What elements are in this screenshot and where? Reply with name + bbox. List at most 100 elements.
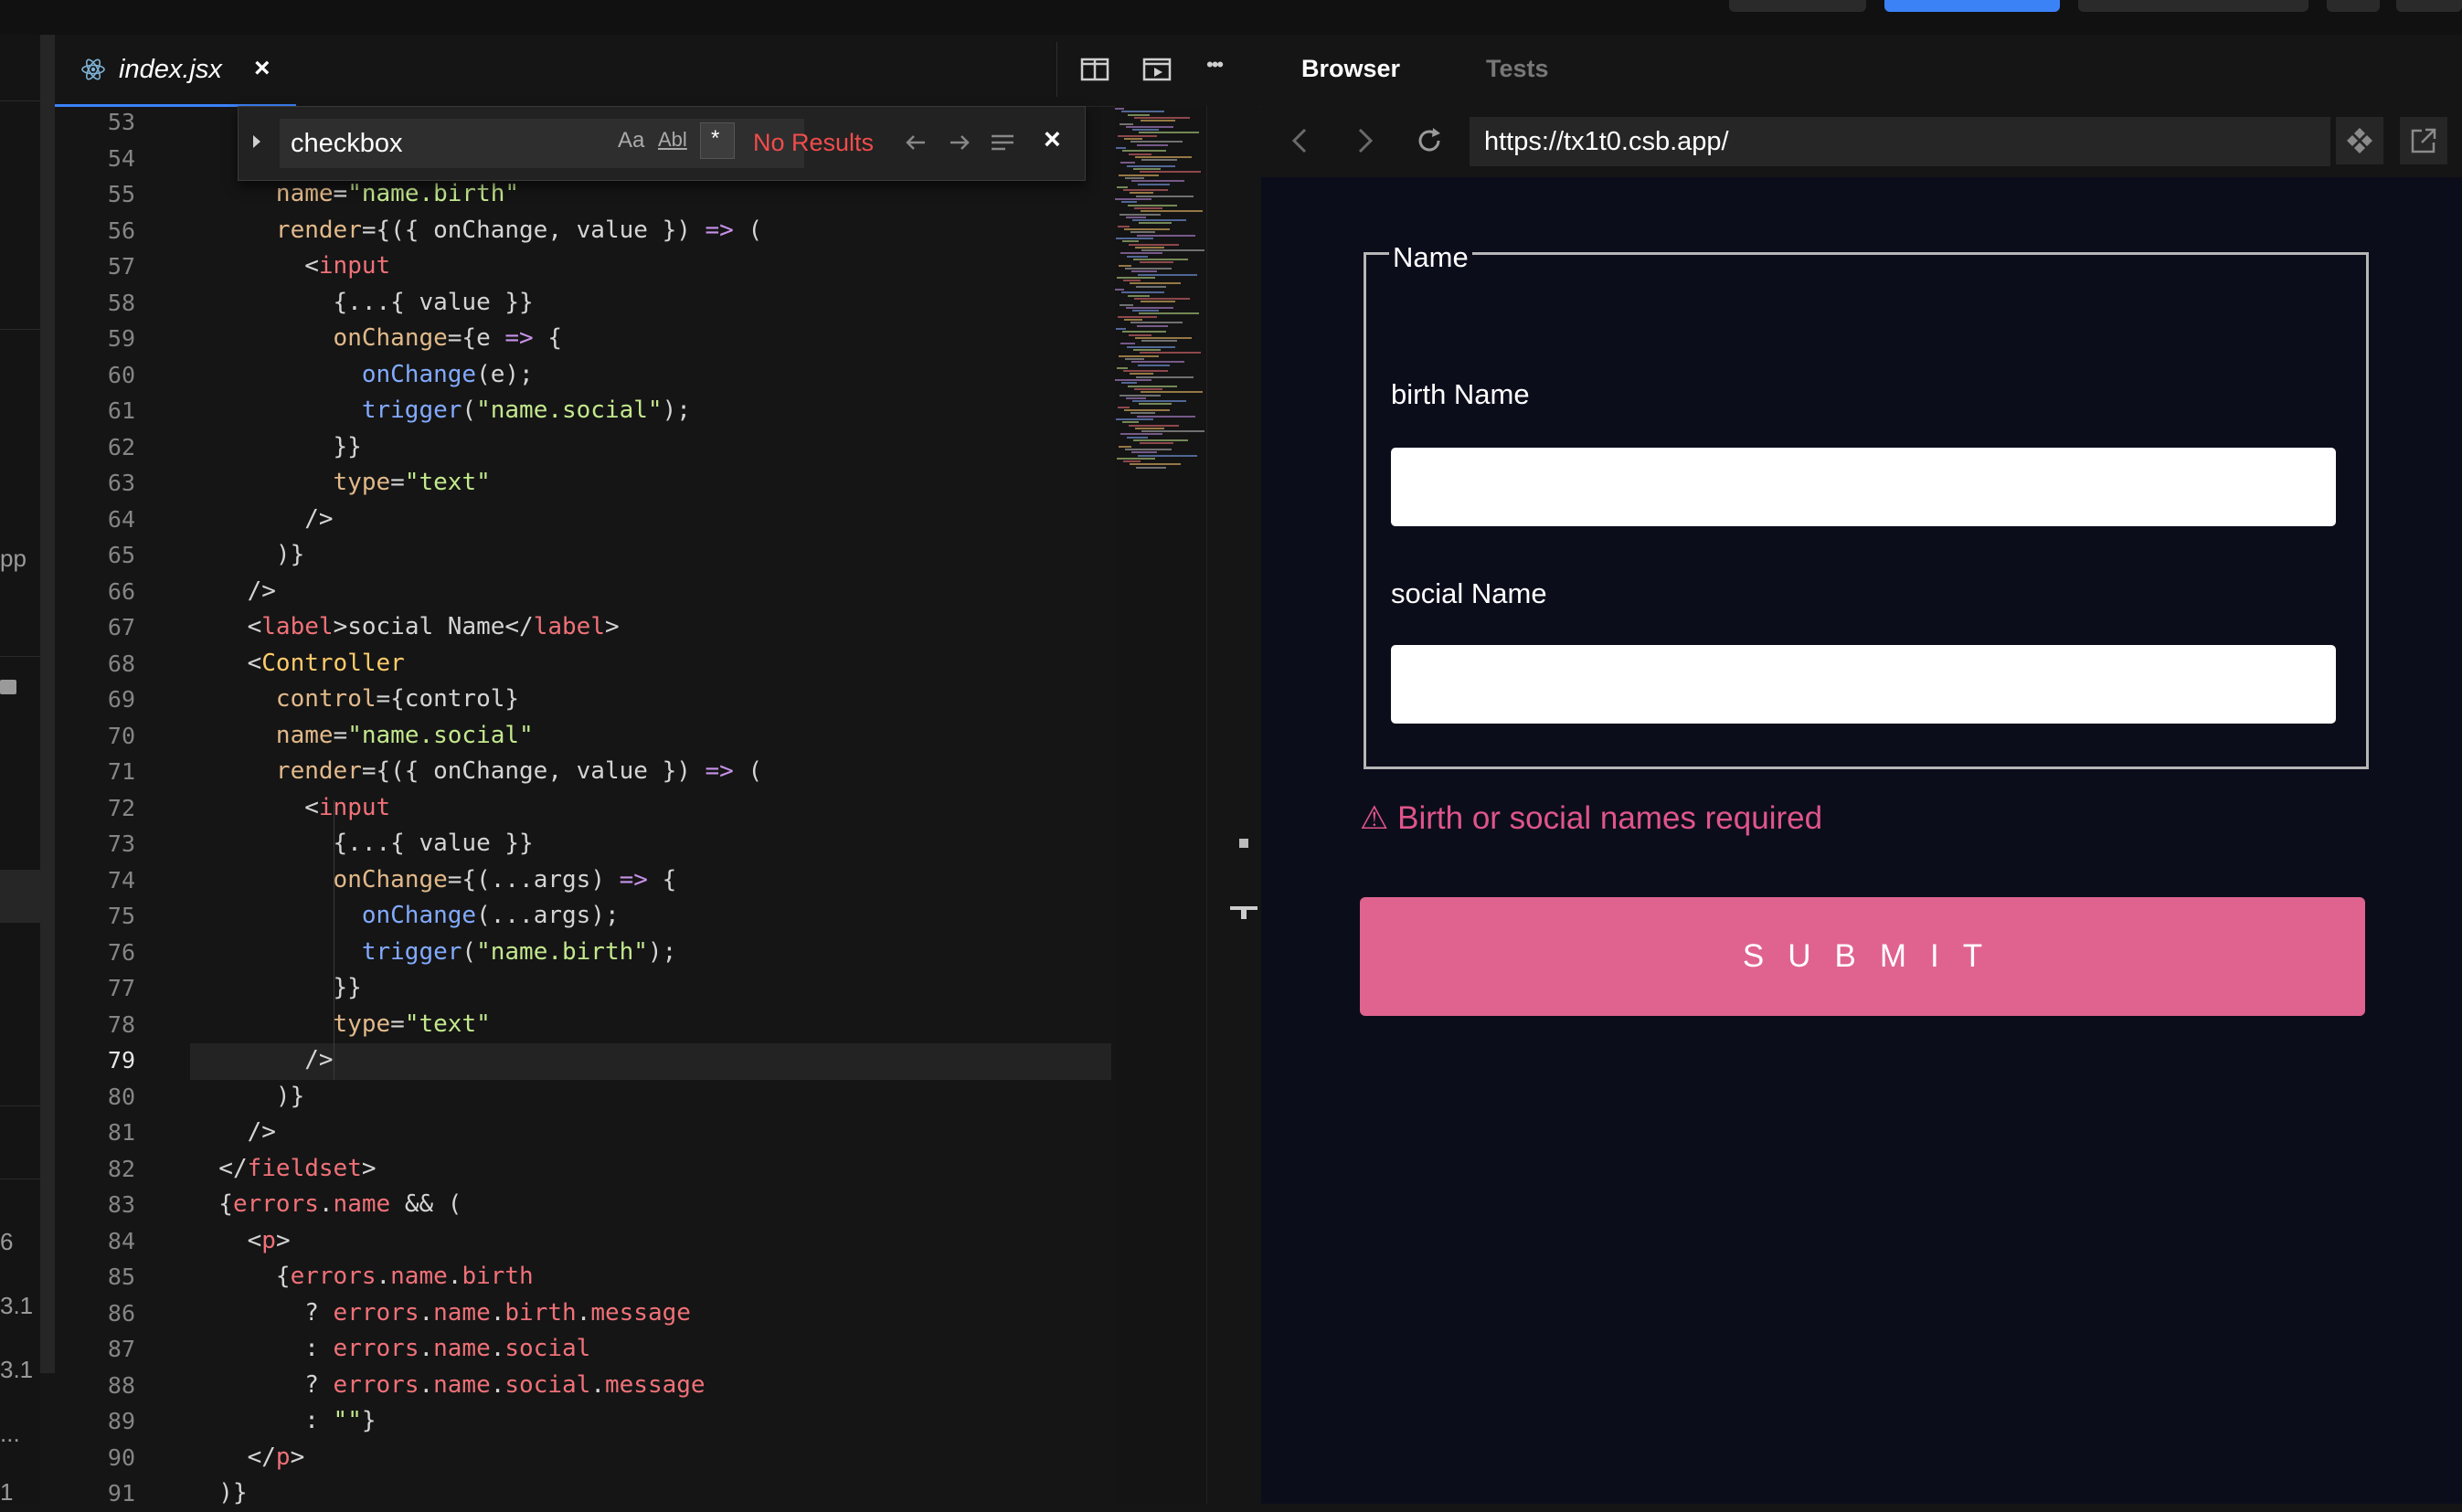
code-line[interactable]: )}: [190, 1475, 247, 1512]
match-case-icon[interactable]: Aa: [618, 128, 644, 153]
code-line[interactable]: }}: [190, 970, 362, 1007]
code-line[interactable]: {errors.name && (: [190, 1187, 462, 1223]
explorer-strip: [0, 35, 40, 1504]
url-input[interactable]: [1470, 117, 2330, 166]
code-line[interactable]: {...{ value }}: [190, 826, 534, 862]
code-line[interactable]: name="name.birth": [190, 176, 519, 213]
minimap-line: [1136, 195, 1194, 197]
code-line[interactable]: control={control}: [190, 682, 519, 718]
line-number: 53: [107, 109, 135, 135]
strip-selected-row[interactable]: [0, 870, 40, 923]
minimap-line: [1131, 361, 1184, 364]
minimap-line: [1118, 134, 1157, 137]
code-line[interactable]: trigger("name.birth");: [190, 935, 676, 971]
minimap-line: [1127, 345, 1175, 348]
minimap-line: [1138, 273, 1197, 276]
code-line[interactable]: render={({ onChange, value }) => (: [190, 754, 762, 790]
code-line[interactable]: )}: [190, 537, 304, 574]
next-match-icon[interactable]: [945, 132, 972, 153]
explorer-scrollbar[interactable]: [40, 35, 55, 1373]
forward-icon[interactable]: [1351, 124, 1378, 157]
minimap-line: [1117, 185, 1128, 188]
back-icon[interactable]: [1287, 124, 1314, 157]
code-line[interactable]: <label>social Name</label>: [190, 609, 620, 646]
toggle-replace-icon[interactable]: [247, 132, 267, 152]
minimap-line: [1141, 391, 1203, 394]
code-line[interactable]: render={({ onChange, value }) => (: [190, 213, 762, 249]
minimap-line: [1130, 373, 1153, 375]
minimap-line: [1120, 162, 1135, 164]
more-icon[interactable]: •••: [1206, 53, 1239, 86]
code-line[interactable]: <input: [190, 248, 390, 285]
code-line[interactable]: </p>: [190, 1440, 305, 1476]
code-line[interactable]: />: [190, 1042, 333, 1079]
minimap-line: [1123, 280, 1141, 282]
strip-divider: [0, 329, 40, 330]
line-number: 84: [107, 1227, 135, 1254]
social-name-input[interactable]: [1391, 645, 2336, 724]
refresh-icon[interactable]: [1413, 124, 1446, 157]
minimap-line: [1137, 234, 1195, 237]
code-line[interactable]: />: [190, 574, 276, 610]
top-button-4[interactable]: [2327, 0, 2380, 12]
minimap-line: [1141, 301, 1175, 303]
external-link-icon: [2411, 128, 2436, 153]
top-button-5[interactable]: [2396, 0, 2462, 12]
code-line[interactable]: <input: [190, 790, 390, 827]
previous-match-icon[interactable]: [903, 132, 930, 153]
code-line[interactable]: onChange(e);: [190, 357, 534, 394]
code-line[interactable]: onChange={e => {: [190, 321, 562, 357]
line-number: 86: [107, 1299, 135, 1327]
minimap-line: [1141, 159, 1177, 162]
top-button-3[interactable]: [2078, 0, 2308, 12]
preview-icon[interactable]: [1141, 53, 1173, 86]
minimap-line: [1124, 228, 1170, 230]
code-line[interactable]: name="name.social": [190, 718, 534, 755]
code-line[interactable]: ? errors.name.social.message: [190, 1368, 705, 1404]
tab-tests[interactable]: Tests: [1486, 55, 1549, 83]
code-line[interactable]: <p>: [190, 1223, 291, 1260]
code-line[interactable]: }}: [190, 429, 362, 466]
editor-scrollbar[interactable]: [1206, 106, 1260, 1504]
line-number: 71: [107, 758, 135, 785]
minimap-line: [1123, 189, 1168, 192]
code-line[interactable]: </fieldset>: [190, 1151, 376, 1188]
minimap-line: [1117, 457, 1155, 460]
code-line[interactable]: onChange(...args);: [190, 898, 620, 935]
code-line[interactable]: {errors.name.birth: [190, 1259, 534, 1295]
close-icon[interactable]: ×: [254, 53, 271, 84]
code-line[interactable]: onChange={(...args) => {: [190, 862, 677, 899]
code-line[interactable]: {...{ value }}: [190, 285, 534, 322]
find-in-selection-icon[interactable]: [989, 132, 1016, 155]
minimap-line: [1127, 255, 1148, 258]
tab-browser[interactable]: Browser: [1301, 55, 1400, 83]
minimap-line: [1124, 319, 1142, 321]
minimap-line: [1131, 270, 1157, 273]
minimap-line: [1138, 364, 1170, 366]
whole-word-icon[interactable]: Abl: [658, 128, 687, 152]
minimap-line: [1137, 415, 1195, 418]
code-line[interactable]: />: [190, 1115, 276, 1151]
code-line[interactable]: type="text": [190, 465, 491, 502]
minimap-line: [1121, 111, 1164, 113]
line-number: 56: [107, 217, 135, 244]
minimap-line: [1130, 192, 1153, 195]
split-editor-icon[interactable]: [1078, 53, 1111, 86]
code-line[interactable]: />: [190, 502, 333, 538]
code-line[interactable]: ? errors.name.birth.message: [190, 1295, 691, 1332]
code-line[interactable]: )}: [190, 1079, 304, 1115]
minimap-line: [1120, 252, 1162, 255]
code-line[interactable]: trigger("name.social");: [190, 393, 691, 429]
line-number: 88: [107, 1371, 135, 1399]
top-button-primary[interactable]: [1884, 0, 2060, 12]
minimap[interactable]: [1115, 106, 1206, 1504]
code-line[interactable]: : ""}: [190, 1403, 376, 1440]
code-line[interactable]: <Controller: [190, 646, 405, 682]
top-button-1[interactable]: [1729, 0, 1866, 12]
line-number: 72: [107, 794, 135, 821]
close-icon[interactable]: ×: [1044, 122, 1061, 156]
code-line[interactable]: : errors.name.social: [190, 1331, 590, 1368]
code-line[interactable]: type="text": [190, 1007, 491, 1043]
birth-name-input[interactable]: [1391, 448, 2336, 526]
submit-button[interactable]: SUBMIT: [1360, 897, 2365, 1016]
